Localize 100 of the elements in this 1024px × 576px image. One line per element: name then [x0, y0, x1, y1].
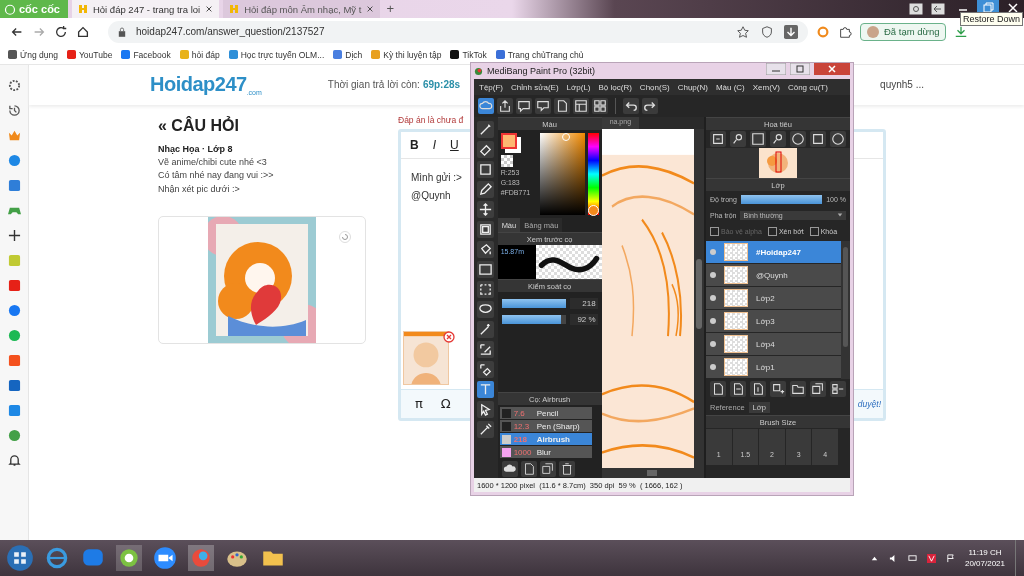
close-icon[interactable]: [205, 5, 214, 13]
bucket-icon[interactable]: [477, 241, 495, 258]
merge-icon[interactable]: [830, 381, 846, 397]
add-icon[interactable]: [7, 228, 21, 242]
color-picker[interactable]: [539, 133, 585, 215]
video-call-icon[interactable]: [152, 545, 178, 571]
symbol-button[interactable]: π: [409, 395, 429, 413]
browser-tab[interactable]: Hỏi đáp 247 - trang tra loi: [71, 0, 220, 18]
bookmark-link[interactable]: Facebook: [121, 49, 171, 60]
layer-row[interactable]: @Quynh: [706, 264, 841, 286]
transparent-swatch[interactable]: [500, 155, 513, 167]
bookmark-link[interactable]: Ứng dụng: [8, 49, 58, 60]
add-layer-icon[interactable]: [770, 381, 786, 397]
full-screen-icon[interactable]: [810, 131, 826, 147]
notification-icon[interactable]: [7, 453, 21, 467]
hue-spectrum[interactable]: [587, 133, 599, 215]
layer-row[interactable]: #Hoidap247: [706, 241, 841, 263]
user-name[interactable]: quynh5 ...: [880, 79, 924, 91]
move-icon[interactable]: [477, 201, 495, 218]
menu-item[interactable]: Chỉnh sửa(E): [511, 82, 559, 92]
maximize-button[interactable]: [790, 63, 810, 75]
delete-icon[interactable]: [558, 461, 575, 477]
document-icon[interactable]: [520, 461, 537, 477]
profile-button[interactable]: Đã tạm dừng: [860, 22, 947, 41]
visibility-dot[interactable]: [710, 364, 716, 370]
new-tab-button[interactable]: +: [380, 0, 400, 18]
zoom-in-icon[interactable]: [730, 131, 746, 147]
shield-icon[interactable]: [760, 24, 774, 39]
visibility-dot[interactable]: [710, 249, 716, 255]
folder-icon[interactable]: [790, 381, 806, 397]
app-icon[interactable]: [7, 178, 21, 192]
fit-screen-icon[interactable]: [750, 131, 766, 147]
redo-icon[interactable]: [642, 98, 658, 114]
brush-icon[interactable]: [477, 121, 495, 138]
grid-icon[interactable]: [592, 98, 608, 114]
app-icon[interactable]: [926, 553, 936, 563]
layer-row[interactable]: Lớp1: [706, 356, 841, 378]
menu-item[interactable]: Công cụ(T): [787, 82, 828, 92]
rectangle-icon[interactable]: [477, 161, 495, 178]
bookmark-link[interactable]: TikTok: [450, 49, 487, 60]
bag-icon[interactable]: [7, 353, 21, 367]
eraser-selection-icon[interactable]: [477, 361, 495, 378]
download-icon[interactable]: [954, 24, 969, 39]
rotate-icon[interactable]: [830, 131, 846, 147]
selection-icon[interactable]: [477, 281, 495, 298]
layer-row[interactable]: Lớp4: [706, 333, 841, 355]
zoom-out-icon[interactable]: [770, 131, 786, 147]
close-icon[interactable]: [366, 5, 375, 13]
download-icon[interactable]: [784, 24, 798, 39]
format-button[interactable]: I: [429, 137, 439, 152]
scrollbar[interactable]: [601, 468, 704, 478]
flag-icon[interactable]: [945, 553, 955, 563]
bookmark-link[interactable]: Dịch: [333, 49, 363, 60]
brush-item[interactable]: 7.6 Pencil: [499, 407, 592, 419]
slider[interactable]: [501, 299, 566, 308]
bookmark-link[interactable]: hỏi đáp: [179, 49, 220, 60]
layer-row[interactable]: Lớp3: [706, 310, 841, 332]
bookmark-link[interactable]: Trang chủTrang chủ: [495, 49, 584, 60]
pen-icon[interactable]: [477, 181, 495, 198]
gradient-icon[interactable]: [477, 261, 495, 278]
visibility-dot[interactable]: [710, 341, 716, 347]
pointer-icon[interactable]: [477, 401, 495, 418]
cloud-icon[interactable]: [501, 461, 518, 477]
history-icon[interactable]: [7, 103, 21, 117]
format-button[interactable]: U: [447, 137, 462, 152]
duplicate-icon[interactable]: [810, 381, 826, 397]
document-icon[interactable]: [554, 98, 570, 114]
address-field[interactable]: hoidap247.com/answer_question/2137527: [108, 20, 808, 43]
menu-item[interactable]: Chọn(S): [639, 82, 670, 92]
app-icon[interactable]: [7, 403, 21, 417]
bookmark-link[interactable]: YouTube: [67, 49, 113, 60]
slider[interactable]: [501, 315, 566, 324]
layout-icon[interactable]: [573, 98, 589, 114]
share-icon[interactable]: [497, 98, 513, 114]
menu-item[interactable]: Tệp(F): [479, 82, 503, 92]
visibility-dot[interactable]: [710, 272, 716, 278]
visibility-dot[interactable]: [710, 318, 716, 324]
home-icon[interactable]: [76, 24, 90, 39]
brush-item[interactable]: 12.3 Pen (Sharp): [499, 420, 592, 432]
copy-icon[interactable]: [539, 461, 556, 477]
network-icon[interactable]: [907, 553, 917, 563]
reload-icon[interactable]: [54, 24, 68, 39]
wand-icon[interactable]: [477, 321, 495, 338]
brush-item[interactable]: 1000 Blur: [499, 446, 592, 458]
zoom-fit-icon[interactable]: [710, 131, 726, 147]
text-icon[interactable]: [477, 381, 495, 398]
browser-icon[interactable]: [116, 545, 142, 571]
layer-import-icon[interactable]: [750, 381, 766, 397]
layer-row[interactable]: Lớp2: [706, 287, 841, 309]
start-button[interactable]: [6, 544, 34, 572]
puzzle-icon[interactable]: [838, 24, 852, 39]
pen-selection-icon[interactable]: [477, 341, 495, 358]
eyedropper-icon[interactable]: [477, 421, 495, 438]
comment-icon[interactable]: [516, 98, 532, 114]
new-layer-icon[interactable]: [710, 381, 726, 397]
menu-item[interactable]: Màu (C): [715, 82, 745, 92]
lasso-icon[interactable]: [477, 301, 495, 318]
app-icon[interactable]: [7, 428, 21, 442]
layer-copy-icon[interactable]: [730, 381, 746, 397]
opacity-slider[interactable]: [740, 194, 823, 204]
